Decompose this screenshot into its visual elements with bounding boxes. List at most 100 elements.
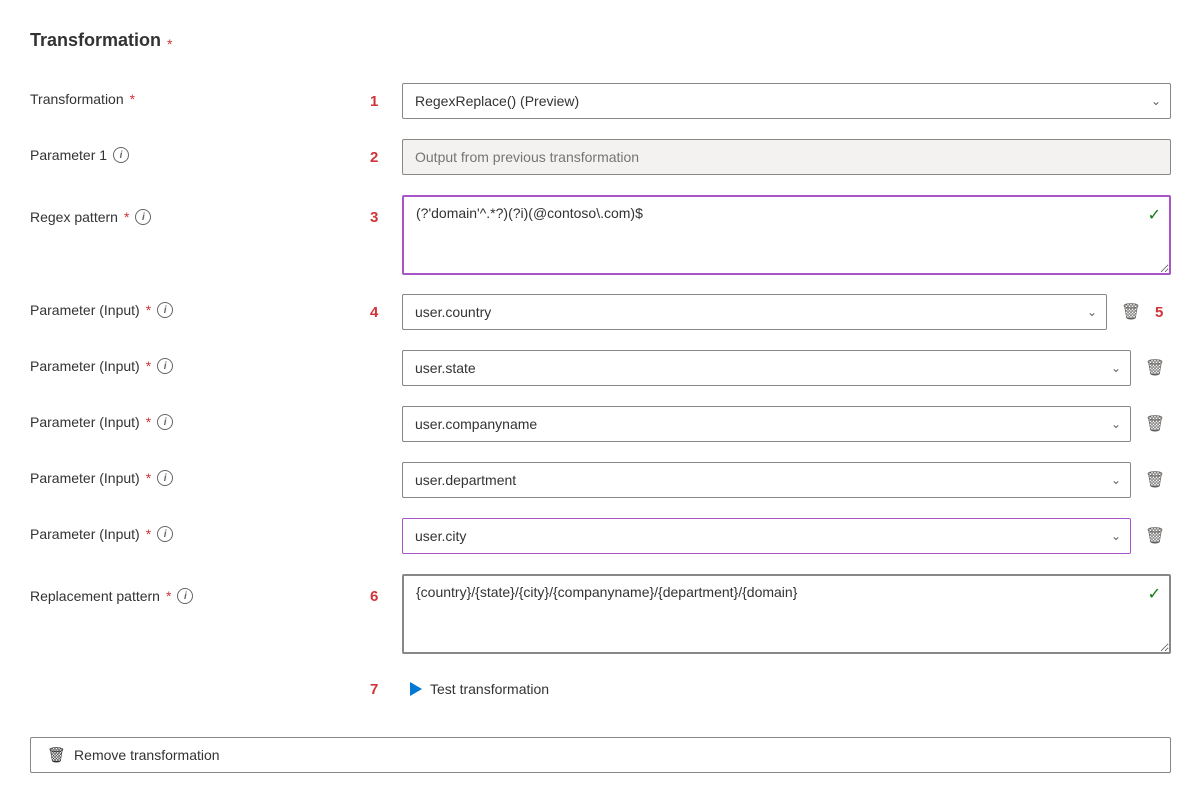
transformation-form: Transformation * Transformation * 1 Rege… (30, 20, 1171, 773)
test-transformation-button[interactable]: Test transformation (402, 677, 557, 701)
replacement-label-col: Replacement pattern * i (30, 574, 370, 604)
regex-valid-icon: ✓ (1148, 205, 1161, 225)
regex-textarea-wrap: (?'domain'^.*?)(?i)(@contoso\.com)$ ✓ (402, 195, 1171, 278)
trash-icon-4: 🗑 (1145, 470, 1165, 490)
param-input-label-col-4: Parameter (Input) * i (30, 462, 370, 486)
step-5-label: 5 (1155, 304, 1171, 321)
transformation-input-col: RegexReplace() (Preview) ⌄ (402, 83, 1171, 119)
regex-pattern-row: Regex pattern * i 3 (?'domain'^.*?)(?i)(… (30, 187, 1171, 286)
param-input-label-col-3: Parameter (Input) * i (30, 406, 370, 430)
replacement-info-icon[interactable]: i (177, 588, 193, 604)
param-input-dropdown-5: user.city ⌄ (402, 518, 1131, 554)
replacement-required: * (166, 588, 171, 604)
replacement-valid-icon: ✓ (1148, 584, 1161, 604)
param-input-delete-2[interactable]: 🗑 (1139, 352, 1171, 384)
remove-transformation-label: Remove transformation (74, 747, 220, 763)
param-input-label-col-5: Parameter (Input) * i (30, 518, 370, 542)
param-input-dropdown-3: user.companyname ⌄ (402, 406, 1131, 442)
param-input-row-4: Parameter (Input) * i user.department ⌄ … (30, 454, 1171, 510)
regex-pattern-input[interactable]: (?'domain'^.*?)(?i)(@contoso\.com)$ (402, 195, 1171, 275)
trash-icon-5: 🗑 (1145, 526, 1165, 546)
title-required-star: * (167, 36, 172, 52)
regex-required: * (124, 209, 129, 225)
param-input-label-2: Parameter (Input) (30, 358, 140, 374)
parameter1-input[interactable] (402, 139, 1171, 175)
step-2: 2 (370, 139, 402, 166)
replacement-textarea-wrap: {country}/{state}/{city}/{companyname}/{… (402, 574, 1171, 657)
param-input-delete-5[interactable]: 🗑 (1139, 520, 1171, 552)
param-input-col-1: user.country ⌄ 🗑 5 (402, 294, 1171, 330)
trash-icon-3: 🗑 (1145, 414, 1165, 434)
test-row: 7 Test transformation (30, 665, 1171, 713)
trash-icon-2: 🗑 (1145, 358, 1165, 378)
replacement-pattern-row: Replacement pattern * i 6 {country}/{sta… (30, 566, 1171, 665)
parameter1-input-col (402, 139, 1171, 175)
param-input-info-icon-2[interactable]: i (157, 358, 173, 374)
param-input-row-2: Parameter (Input) * i user.state ⌄ 🗑 (30, 342, 1171, 398)
param-input-col-4: user.department ⌄ 🗑 (402, 462, 1171, 498)
remove-trash-icon: 🗑 (47, 746, 66, 764)
param-input-delete-1[interactable]: 🗑 (1115, 296, 1147, 328)
trash-icon-1: 🗑 (1121, 302, 1141, 322)
parameter1-row: Parameter 1 i 2 (30, 131, 1171, 187)
param-input-delete-4[interactable]: 🗑 (1139, 464, 1171, 496)
regex-label: Regex pattern (30, 209, 118, 225)
step-3: 3 (370, 195, 402, 226)
param-input-label-3: Parameter (Input) (30, 414, 140, 430)
param-input-required-4: * (146, 470, 151, 486)
param-input-col-2: user.state ⌄ 🗑 (402, 350, 1171, 386)
param-input-required-3: * (146, 414, 151, 430)
param-input-label-4: Parameter (Input) (30, 470, 140, 486)
transformation-required: * (130, 91, 135, 107)
param-input-dropdown-1: user.country ⌄ (402, 294, 1107, 330)
param-input-info-icon-3[interactable]: i (157, 414, 173, 430)
test-transformation-label: Test transformation (430, 681, 549, 697)
param-input-select-4[interactable]: user.department (402, 462, 1131, 498)
param-input-label-1: Parameter (Input) (30, 302, 140, 318)
param-input-required-1: * (146, 302, 151, 318)
param-input-label-5: Parameter (Input) (30, 526, 140, 542)
regex-input-col: (?'domain'^.*?)(?i)(@contoso\.com)$ ✓ (402, 195, 1171, 278)
step-7: 7 (370, 681, 402, 698)
param-input-info-icon-5[interactable]: i (157, 526, 173, 542)
transformation-dropdown-wrap: RegexReplace() (Preview) ⌄ (402, 83, 1171, 119)
step-empty-5 (370, 518, 402, 528)
page-title: Transformation (30, 20, 161, 67)
param-input-label-col-1: Parameter (Input) * i (30, 294, 370, 318)
transformation-label: Transformation (30, 91, 124, 107)
param-input-dropdown-2: user.state ⌄ (402, 350, 1131, 386)
play-icon (410, 682, 422, 696)
regex-label-col: Regex pattern * i (30, 195, 370, 225)
param-input-info-icon-1[interactable]: i (157, 302, 173, 318)
parameter1-label-col: Parameter 1 i (30, 139, 370, 163)
param-input-row-3: Parameter (Input) * i user.companyname ⌄… (30, 398, 1171, 454)
parameter1-info-icon[interactable]: i (113, 147, 129, 163)
transformation-select[interactable]: RegexReplace() (Preview) (402, 83, 1171, 119)
replacement-input-col: {country}/{state}/{city}/{companyname}/{… (402, 574, 1171, 657)
param-input-dropdown-4: user.department ⌄ (402, 462, 1131, 498)
step-6: 6 (370, 574, 402, 605)
param-input-required-5: * (146, 526, 151, 542)
param-input-info-icon-4[interactable]: i (157, 470, 173, 486)
param-input-select-2[interactable]: user.state (402, 350, 1131, 386)
param-input-required-2: * (146, 358, 151, 374)
param-input-col-3: user.companyname ⌄ 🗑 (402, 406, 1171, 442)
regex-info-icon[interactable]: i (135, 209, 151, 225)
remove-transformation-button[interactable]: 🗑 Remove transformation (30, 737, 1171, 773)
step-4: 4 (370, 294, 402, 321)
step-empty-4 (370, 462, 402, 472)
param-input-select-1[interactable]: user.country (402, 294, 1107, 330)
param-input-row-1: Parameter (Input) * i 4 user.country ⌄ 🗑… (30, 286, 1171, 342)
transformation-label-col: Transformation * (30, 83, 370, 107)
step-empty-3 (370, 406, 402, 416)
step-1: 1 (370, 83, 402, 110)
param-input-select-3[interactable]: user.companyname (402, 406, 1131, 442)
parameter1-label: Parameter 1 (30, 147, 107, 163)
replacement-pattern-input[interactable]: {country}/{state}/{city}/{companyname}/{… (402, 574, 1171, 654)
param-input-row-5: Parameter (Input) * i user.city ⌄ 🗑 (30, 510, 1171, 566)
param-input-col-5: user.city ⌄ 🗑 (402, 518, 1171, 554)
param-input-delete-3[interactable]: 🗑 (1139, 408, 1171, 440)
replacement-label: Replacement pattern (30, 588, 160, 604)
transformation-row: Transformation * 1 RegexReplace() (Previ… (30, 75, 1171, 131)
param-input-select-5[interactable]: user.city (402, 518, 1131, 554)
